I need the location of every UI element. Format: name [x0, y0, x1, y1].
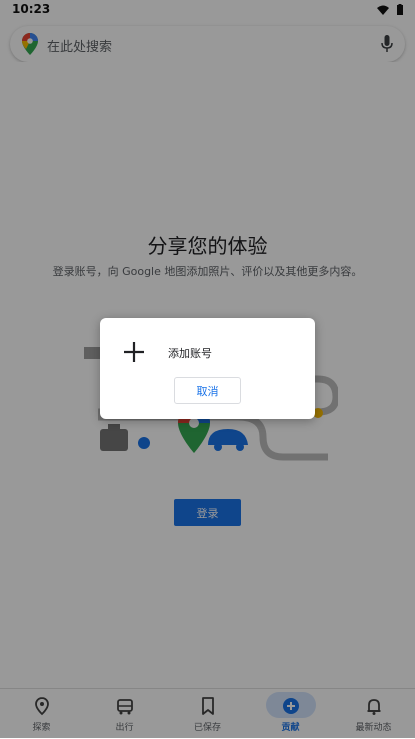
account-dialog: 添加账号 取消 — [100, 318, 315, 419]
add-account-label: 添加账号 — [168, 347, 212, 360]
plus-icon — [124, 342, 144, 362]
cancel-button[interactable]: 取消 — [174, 377, 241, 404]
add-account-row[interactable]: 添加账号 — [100, 332, 315, 372]
